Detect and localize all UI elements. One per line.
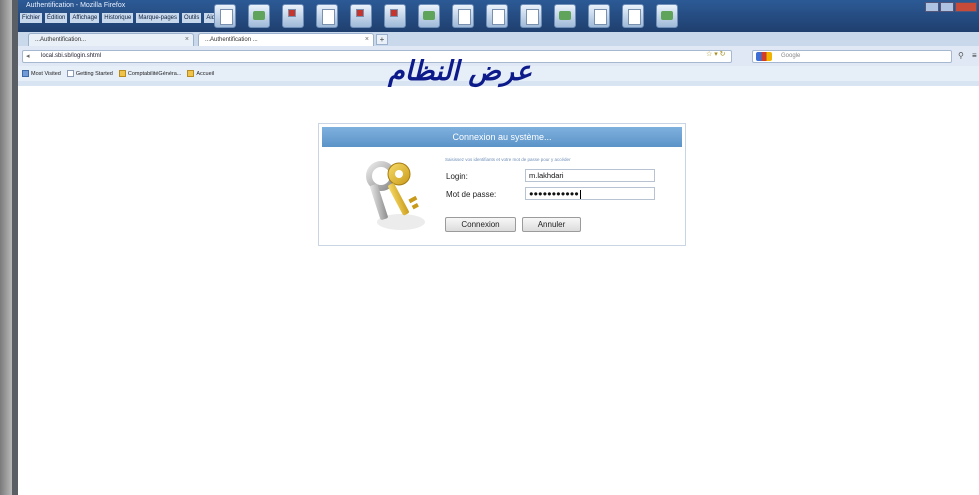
pdf-icon[interactable]: [384, 4, 406, 28]
spreadsheet-icon[interactable]: [554, 4, 576, 28]
window-title: Authentification - Mozilla Firefox: [26, 2, 126, 9]
minimize-button[interactable]: [925, 2, 939, 12]
bookmark-star-icon[interactable]: ☆ ▾ ↻: [706, 50, 726, 58]
cancel-button[interactable]: Annuler: [522, 217, 581, 232]
close-button[interactable]: [955, 2, 977, 12]
search-placeholder: Google: [781, 53, 801, 59]
menu-bar: Fichier Édition Affichage Historique Mar…: [20, 13, 221, 23]
password-label: Mot de passe:: [446, 190, 497, 199]
menu-history[interactable]: Historique: [102, 13, 134, 23]
address-bar[interactable]: ◂ local.sbi.sb/login.shtml: [22, 50, 732, 63]
document-icon[interactable]: [622, 4, 644, 28]
document-icon[interactable]: [520, 4, 542, 28]
document-icon[interactable]: [588, 4, 610, 28]
document-icon[interactable]: [452, 4, 474, 28]
menu-tools[interactable]: Outils: [182, 13, 202, 23]
bookmark-comptabilite[interactable]: ComptabilitéGénéra...: [118, 70, 181, 77]
star-icon: [22, 70, 29, 77]
menu-view[interactable]: Affichage: [70, 13, 100, 23]
connect-button[interactable]: Connexion: [445, 217, 516, 232]
maximize-button[interactable]: [940, 2, 954, 12]
menu-icon[interactable]: ≡: [972, 51, 977, 60]
google-icon: [756, 52, 772, 61]
folder-icon: [187, 70, 195, 77]
menu-file[interactable]: Fichier: [20, 13, 43, 23]
tab-bar: ...Authentification... × ...Authentifica…: [18, 32, 979, 46]
menu-edit[interactable]: Édition: [45, 13, 68, 23]
document-icon[interactable]: [486, 4, 508, 28]
search-input[interactable]: Google: [752, 50, 952, 63]
login-label: Login:: [446, 172, 468, 181]
menu-bookmarks[interactable]: Marque-pages: [136, 13, 180, 23]
text-caret: [579, 189, 581, 199]
spreadsheet-icon[interactable]: [656, 4, 678, 28]
spreadsheet-icon[interactable]: [248, 4, 270, 28]
taskbar-icons: [214, 4, 678, 30]
login-field[interactable]: m.lakhdari: [525, 169, 655, 182]
close-icon[interactable]: ×: [365, 34, 369, 46]
pdf-icon[interactable]: [282, 4, 304, 28]
arabic-caption: عرض النظام: [388, 56, 533, 87]
folder-icon: [118, 70, 126, 77]
tab-first[interactable]: ...Authentification... ×: [28, 33, 194, 46]
page-icon: [66, 70, 74, 77]
password-field[interactable]: ●●●●●●●●●●●: [525, 187, 655, 200]
login-panel-header: Connexion au système...: [322, 127, 682, 147]
pdf-icon[interactable]: [350, 4, 372, 28]
tab-label: ...Authentification ...: [205, 37, 258, 43]
left-window-edge: [0, 0, 12, 495]
keys-icon: [366, 161, 425, 230]
document-icon[interactable]: [214, 4, 236, 28]
back-arrow-icon[interactable]: ◂: [26, 51, 30, 62]
login-instruction: Saisissez vos identifiants et votre mot …: [445, 157, 571, 162]
login-panel: Connexion au système... Saisissez vos id…: [318, 123, 686, 246]
password-field-value: ●●●●●●●●●●●: [529, 189, 579, 198]
close-icon[interactable]: ×: [185, 34, 189, 46]
login-field-value: m.lakhdari: [529, 171, 564, 180]
bookmark-accueil[interactable]: Accueil: [187, 70, 214, 77]
document-icon[interactable]: [316, 4, 338, 28]
screen: Authentification - Mozilla Firefox Fichi…: [0, 0, 979, 495]
search-icon[interactable]: ⚲: [958, 51, 964, 60]
url-text: local.sbi.sb/login.shtml: [41, 53, 102, 59]
title-bar: Authentification - Mozilla Firefox Fichi…: [18, 0, 979, 32]
window-controls: [925, 2, 977, 12]
bookmark-most-visited[interactable]: Most Visited: [22, 70, 61, 77]
bookmark-getting-started[interactable]: Getting Started: [66, 70, 113, 77]
tab-label: ...Authentification...: [35, 37, 87, 43]
tab-active[interactable]: ...Authentification ... ×: [198, 33, 374, 46]
new-tab-button[interactable]: +: [376, 34, 388, 45]
spreadsheet-icon[interactable]: [418, 4, 440, 28]
